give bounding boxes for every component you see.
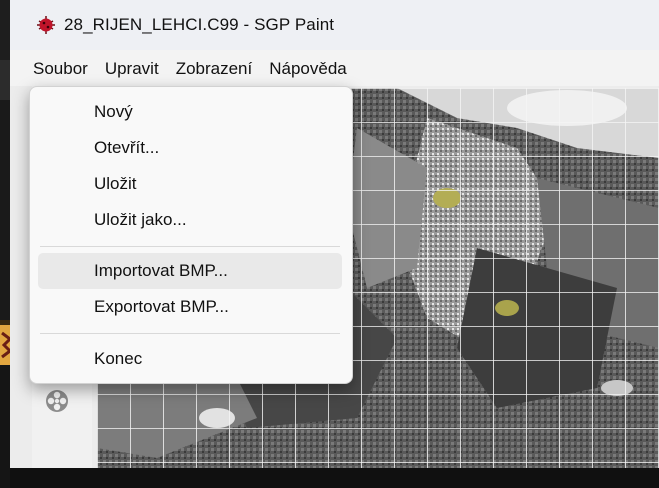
menu-item-otevrit[interactable]: Otevřít...: [38, 130, 342, 166]
menu-separator: [40, 246, 340, 247]
menu-separator: [40, 333, 340, 334]
canvas-bottom-edge: [10, 468, 659, 488]
soubor-menu-dropdown: Nový Otevřít... Uložit Uložit jako... Im…: [29, 86, 353, 384]
menu-bar: Soubor Upravit Zobrazení Nápověda: [10, 52, 659, 86]
menu-item-ulozit[interactable]: Uložit: [38, 166, 342, 202]
title-bar[interactable]: 28_RIJEN_LEHCI.C99 - SGP Paint: [10, 0, 659, 50]
menu-item-novy[interactable]: Nový: [38, 94, 342, 130]
menu-item-exportovat-bmp[interactable]: Exportovat BMP...: [38, 289, 342, 325]
menu-item-konec[interactable]: Konec: [38, 341, 342, 377]
menu-zobrazeni[interactable]: Zobrazení: [175, 57, 254, 81]
menu-item-ulozit-jako[interactable]: Uložit jako...: [38, 202, 342, 238]
gear-icon[interactable]: [44, 388, 70, 414]
background-strip: [0, 0, 10, 488]
window-title: 28_RIJEN_LEHCI.C99 - SGP Paint: [64, 15, 335, 34]
menu-napoveda[interactable]: Nápověda: [268, 57, 348, 81]
menu-item-importovat-bmp[interactable]: Importovat BMP...: [38, 253, 342, 289]
menu-upravit[interactable]: Upravit: [104, 57, 160, 81]
menu-soubor[interactable]: Soubor: [32, 57, 89, 81]
ladybug-icon: [37, 16, 55, 34]
